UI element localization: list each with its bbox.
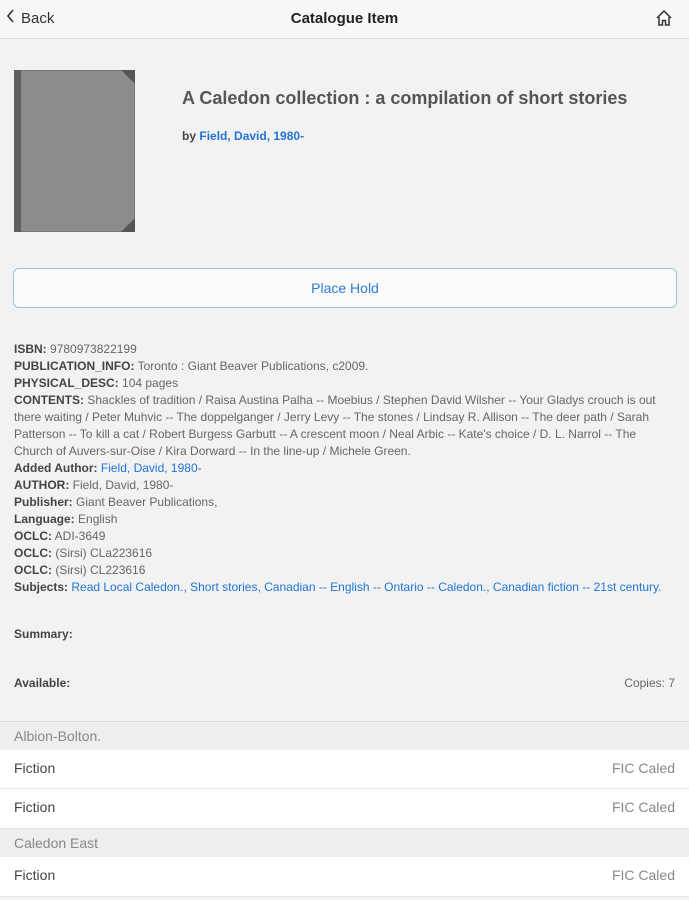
isbn-row: ISBN: 9780973822199 bbox=[14, 341, 678, 358]
publisher-value: Giant Beaver Publications, bbox=[76, 495, 218, 509]
place-hold-button[interactable]: Place Hold bbox=[13, 268, 677, 308]
branch-header: Albion-Bolton. bbox=[0, 723, 689, 749]
by-prefix: by bbox=[182, 129, 197, 143]
holding-call-number: FIC Caled bbox=[611, 799, 675, 815]
publication-info-label: PUBLICATION_INFO: bbox=[14, 359, 135, 373]
subjects-links[interactable]: Read Local Caledon., Short stories, Cana… bbox=[71, 580, 661, 594]
physical-desc-row: PHYSICAL_DESC: 104 pages bbox=[14, 375, 678, 392]
isbn-label: ISBN: bbox=[14, 342, 47, 356]
holding-collection: Fiction bbox=[14, 867, 56, 883]
holding-collection: Fiction bbox=[14, 799, 56, 815]
holding-collection: Fiction bbox=[14, 760, 56, 776]
oclc-label: OCLC: bbox=[14, 546, 52, 560]
holding-row[interactable]: Fiction FIC Caled bbox=[0, 789, 689, 829]
summary-label: Summary: bbox=[14, 627, 73, 641]
holding-call-number: FIC Caled bbox=[611, 760, 675, 776]
page-title: Catalogue Item bbox=[290, 10, 399, 27]
author-row: AUTHOR: Field, David, 1980- bbox=[14, 477, 678, 494]
navigation-bar: Back Catalogue Item bbox=[0, 0, 689, 39]
cover-corner-bottom bbox=[121, 218, 135, 232]
author-link[interactable]: Field, David, 1980- bbox=[199, 129, 304, 143]
physical-desc-label: PHYSICAL_DESC: bbox=[14, 376, 119, 390]
holding-row[interactable]: Fiction FIC Caled bbox=[0, 750, 689, 789]
copies-count: Copies: 7 bbox=[624, 676, 675, 690]
oclc-row: OCLC: ADI-3649 bbox=[14, 528, 678, 545]
language-value: English bbox=[78, 512, 118, 526]
byline: by Field, David, 1980- bbox=[182, 129, 304, 143]
physical-desc-value: 104 pages bbox=[122, 376, 179, 390]
available-label: Available: bbox=[14, 676, 71, 690]
holding-row[interactable]: Fiction FIC Caled bbox=[0, 857, 689, 897]
oclc-value: (Sirsi) CLa223616 bbox=[55, 546, 153, 560]
cover-corner-top bbox=[121, 70, 135, 84]
oclc-row: OCLC: (Sirsi) CLa223616 bbox=[14, 545, 678, 562]
subjects-row: Subjects: Read Local Caledon., Short sto… bbox=[14, 579, 678, 596]
book-title: A Caledon collection : a compilation of … bbox=[182, 88, 628, 108]
contents-row: CONTENTS: Shackles of tradition / Raisa … bbox=[14, 392, 678, 460]
oclc-row: OCLC: (Sirsi) CL223616 bbox=[14, 562, 678, 579]
branch-header: Caledon East bbox=[0, 829, 689, 857]
oclc-value: (Sirsi) CL223616 bbox=[55, 563, 146, 577]
publication-info-value: Toronto : Giant Beaver Publications, c20… bbox=[137, 359, 369, 373]
language-row: Language: English bbox=[14, 511, 678, 528]
home-icon[interactable] bbox=[655, 9, 673, 27]
divider bbox=[0, 721, 689, 722]
contents-value: Shackles of tradition / Raisa Austina Pa… bbox=[14, 393, 656, 458]
isbn-value: 9780973822199 bbox=[50, 342, 137, 356]
added-author-link[interactable]: Field, David, 1980- bbox=[101, 461, 202, 475]
subjects-label: Subjects: bbox=[14, 580, 69, 594]
oclc-value: ADI-3649 bbox=[54, 529, 106, 543]
book-cover-image bbox=[14, 70, 135, 232]
added-author-row: Added Author: Field, David, 1980- bbox=[14, 460, 678, 477]
author-label: AUTHOR: bbox=[14, 478, 70, 492]
language-label: Language: bbox=[14, 512, 75, 526]
holding-call-number: FIC Caled bbox=[611, 867, 675, 883]
oclc-label: OCLC: bbox=[14, 529, 52, 543]
publisher-row: Publisher: Giant Beaver Publications, bbox=[14, 494, 678, 511]
added-author-label: Added Author: bbox=[14, 461, 98, 475]
oclc-label: OCLC: bbox=[14, 563, 52, 577]
publisher-label: Publisher: bbox=[14, 495, 73, 509]
author-value: Field, David, 1980- bbox=[72, 478, 174, 492]
cover-spine bbox=[14, 70, 21, 232]
contents-label: CONTENTS: bbox=[14, 393, 84, 407]
publication-info-row: PUBLICATION_INFO: Toronto : Giant Beaver… bbox=[14, 358, 678, 375]
item-details: ISBN: 9780973822199 PUBLICATION_INFO: To… bbox=[14, 341, 678, 596]
